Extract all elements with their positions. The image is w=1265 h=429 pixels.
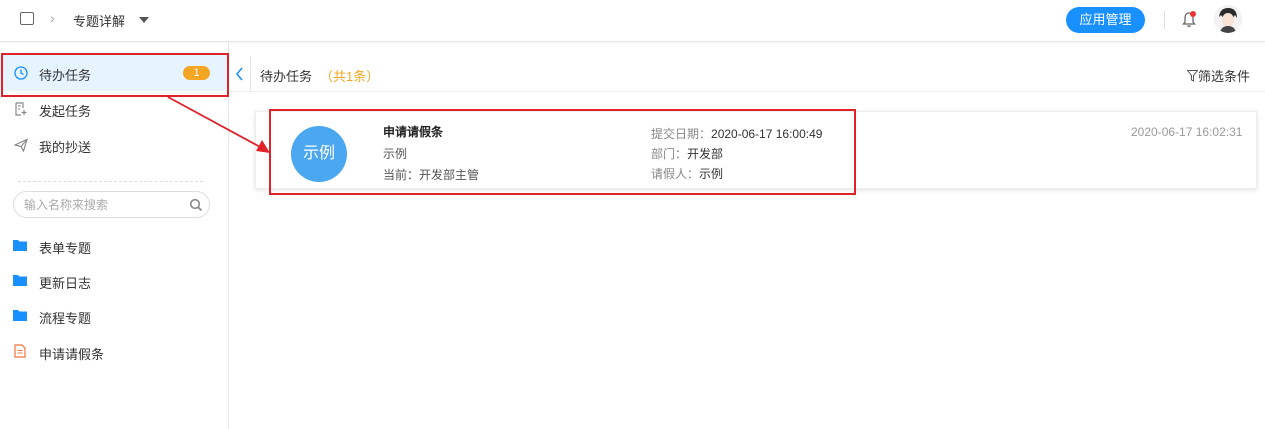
folder-icon — [13, 240, 27, 251]
sidebar-item-label: 我的抄送 — [39, 140, 92, 155]
tree-item-process-topic[interactable]: 流程专题 — [0, 301, 228, 331]
tree-item-form-topic[interactable]: 表单专题 — [0, 231, 228, 261]
sidebar-item-cc[interactable]: 我的抄送 — [0, 127, 228, 163]
add-document-icon — [15, 102, 27, 116]
content-header: 待办任务 （共1条） 筛选条件 — [229, 56, 1265, 92]
highlight-box-sidebar — [1, 53, 229, 97]
page-title[interactable]: 专题详解 — [73, 11, 125, 30]
search-box — [13, 191, 210, 218]
notification-dot — [1190, 11, 1196, 17]
section-title: 待办任务 — [260, 69, 313, 84]
document-icon — [14, 344, 26, 358]
filter-button[interactable]: 筛选条件 — [1186, 66, 1251, 85]
tree-item-label: 表单专题 — [39, 241, 92, 256]
search-icon[interactable] — [189, 198, 203, 212]
filter-icon — [1186, 70, 1199, 82]
tree-item-label: 更新日志 — [39, 276, 92, 291]
divider — [1164, 11, 1165, 29]
send-icon — [14, 138, 28, 152]
home-square-icon[interactable] — [20, 12, 34, 25]
folder-icon — [13, 310, 27, 321]
task-count: （共1条） — [320, 69, 380, 84]
app-manage-button[interactable]: 应用管理 — [1066, 7, 1145, 33]
avatar[interactable] — [1214, 5, 1242, 33]
chevron-left-icon — [236, 67, 243, 81]
chevron-right-icon: › — [50, 10, 55, 26]
collapse-sidebar-button[interactable] — [229, 56, 251, 92]
divider — [18, 181, 203, 182]
tree-item-label: 申请请假条 — [39, 347, 105, 362]
caret-down-icon[interactable] — [139, 17, 149, 23]
top-bar: › 专题详解 应用管理 — [0, 0, 1265, 42]
folder-icon — [13, 275, 27, 286]
tree-item-label: 流程专题 — [39, 311, 92, 326]
sidebar: 待办任务 1 发起任务 我的抄送 表单专题 更新日志 — [0, 43, 229, 429]
highlight-box-card — [269, 109, 856, 195]
sidebar-item-label: 发起任务 — [39, 104, 92, 119]
tree-item-changelog[interactable]: 更新日志 — [0, 266, 228, 296]
task-timestamp: 2020-06-17 16:02:31 — [1131, 125, 1243, 139]
tree-item-leave-request[interactable]: 申请请假条 — [0, 337, 228, 367]
filter-label: 筛选条件 — [1198, 69, 1251, 84]
search-input[interactable] — [24, 196, 184, 214]
